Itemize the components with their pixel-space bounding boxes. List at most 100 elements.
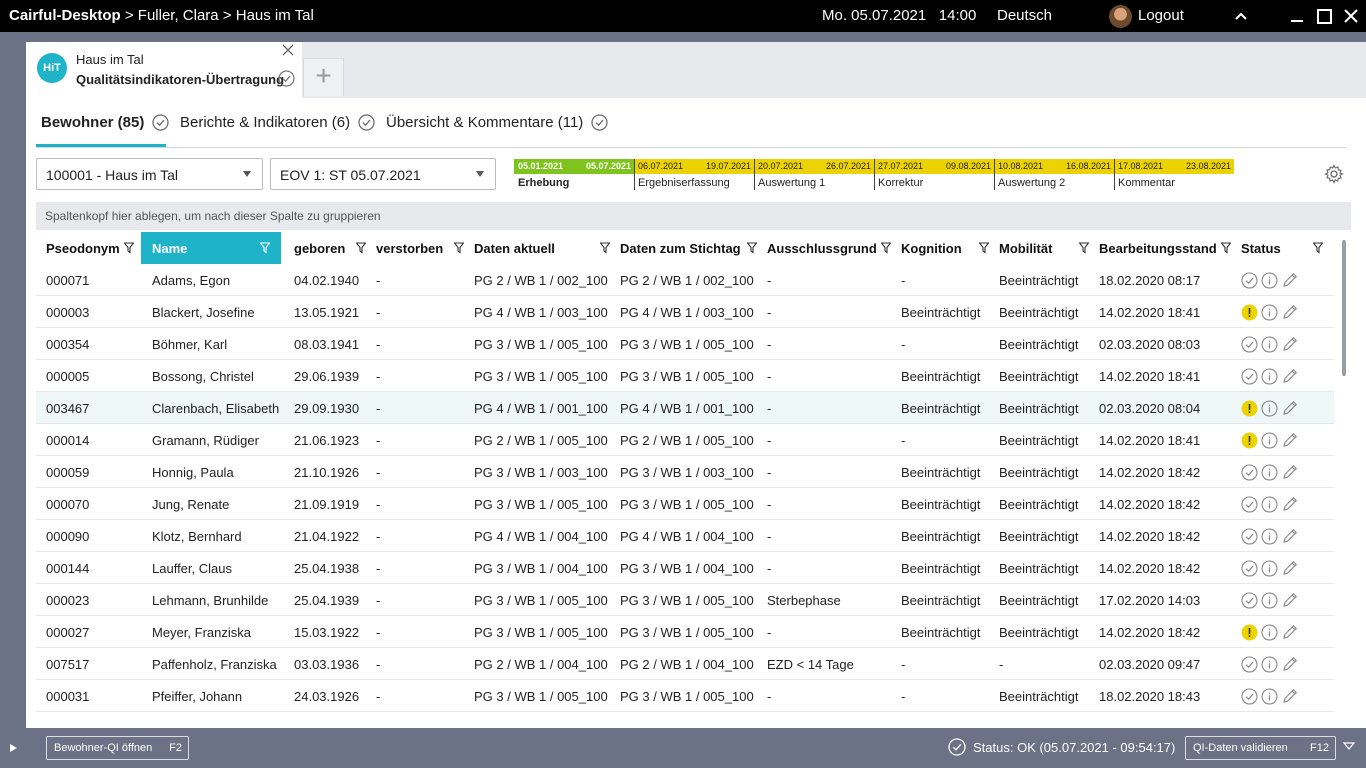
tab-label: Bewohner (85) xyxy=(41,114,145,131)
info-icon[interactable] xyxy=(1261,367,1278,385)
filter-icon[interactable] xyxy=(1220,242,1232,254)
cell-name: Paffenholz, Franziska xyxy=(152,657,277,672)
logout-button[interactable]: Logout xyxy=(1138,7,1184,24)
filter-icon[interactable] xyxy=(978,242,990,254)
table-row[interactable]: 000031 Pfeiffer, Johann 24.03.1926- PG 3 / … xyxy=(36,680,1334,712)
collapse-icon[interactable] xyxy=(1229,4,1253,28)
info-icon[interactable] xyxy=(1261,559,1278,577)
pencil-icon[interactable] xyxy=(1281,431,1299,449)
info-icon[interactable] xyxy=(1261,591,1278,609)
pencil-icon[interactable] xyxy=(1281,591,1299,609)
info-icon[interactable] xyxy=(1261,527,1278,545)
column-header[interactable]: verstorben xyxy=(376,232,472,264)
column-header[interactable]: Mobilität xyxy=(999,232,1097,264)
open-resident-qi-button[interactable]: Bewohner-QI öffnen F2 xyxy=(46,736,189,760)
pencil-icon[interactable] xyxy=(1281,655,1299,673)
cell-born: 03.03.1936 xyxy=(294,657,360,672)
column-header[interactable]: Name xyxy=(141,232,281,264)
filter-icon[interactable] xyxy=(259,242,271,254)
info-icon[interactable] xyxy=(1261,335,1278,353)
document-tab[interactable]: HiT Haus im Tal Qualitätsindikatoren-Übe… xyxy=(26,42,302,98)
column-header[interactable]: Bearbeitungsstand xyxy=(1099,232,1239,264)
table-row[interactable]: 000005 Bossong, Christel 29.06.1939- PG 3 /… xyxy=(36,360,1334,392)
filter-icon[interactable] xyxy=(355,242,367,254)
check-circle-icon xyxy=(1241,687,1258,705)
pencil-icon[interactable] xyxy=(1281,335,1299,353)
pencil-icon[interactable] xyxy=(1281,495,1299,513)
info-icon[interactable] xyxy=(1261,399,1278,417)
cell-born: 24.03.1926 xyxy=(294,689,360,704)
table-row[interactable]: 000354 Böhmer, Karl 08.03.1941- PG 3 / WB 1… xyxy=(36,328,1334,360)
column-header[interactable]: Daten zum Stichtag xyxy=(620,232,765,264)
grid-scrollbar[interactable] xyxy=(1342,240,1346,376)
filter-icon[interactable] xyxy=(599,242,611,254)
table-row[interactable]: 000071 Adams, Egon 04.02.1940- PG 2 / WB 1 … xyxy=(36,264,1334,296)
column-header[interactable]: geboren xyxy=(294,232,374,264)
info-icon[interactable] xyxy=(1261,271,1278,289)
tab-uebersicht[interactable]: Übersicht & Kommentare (11) xyxy=(386,114,608,131)
pencil-icon[interactable] xyxy=(1281,399,1299,417)
pencil-icon[interactable] xyxy=(1281,463,1299,481)
validate-qi-button[interactable]: QI-Daten validieren F12 xyxy=(1185,736,1336,760)
language-selector[interactable]: Deutsch xyxy=(997,7,1052,24)
pencil-icon[interactable] xyxy=(1281,559,1299,577)
facility-select[interactable]: 100001 - Haus im Tal xyxy=(36,158,263,190)
column-header[interactable]: Ausschlussgrund xyxy=(767,232,899,264)
minimize-icon[interactable] xyxy=(1285,4,1309,28)
filter-icon[interactable] xyxy=(123,242,135,254)
info-icon[interactable] xyxy=(1261,303,1278,321)
table-row[interactable]: 000090 Klotz, Bernhard 21.04.1922- PG 4 / W… xyxy=(36,520,1334,552)
table-row[interactable]: 000144 Lauffer, Claus 25.04.1938- PG 3 / WB… xyxy=(36,552,1334,584)
info-icon[interactable] xyxy=(1261,463,1278,481)
table-row[interactable]: 000027 Meyer, Franziska 15.03.1922- PG 3 / … xyxy=(36,616,1334,648)
filter-icon[interactable] xyxy=(1078,242,1090,254)
period-select[interactable]: EOV 1: ST 05.07.2021 xyxy=(270,158,496,190)
filter-icon[interactable] xyxy=(880,242,892,254)
pencil-icon[interactable] xyxy=(1281,303,1299,321)
info-icon[interactable] xyxy=(1261,495,1278,513)
table-row[interactable]: 000059 Honnig, Paula 21.10.1926- PG 3 / WB … xyxy=(36,456,1334,488)
column-header[interactable]: Kognition xyxy=(901,232,997,264)
table-row[interactable]: 000014 Gramann, Rüdiger 21.06.1923- PG 2 / … xyxy=(36,424,1334,456)
table-row[interactable]: 003467 Clarenbach, Elisabeth 29.09.1930- PG… xyxy=(36,392,1334,424)
maximize-icon[interactable] xyxy=(1312,4,1336,28)
info-icon[interactable] xyxy=(1261,687,1278,705)
pencil-icon[interactable] xyxy=(1281,527,1299,545)
pencil-icon[interactable] xyxy=(1281,367,1299,385)
cell-name: Adams, Egon xyxy=(152,273,231,288)
close-tab-icon[interactable] xyxy=(280,44,296,60)
column-header[interactable]: Daten aktuell xyxy=(474,232,618,264)
table-row[interactable]: 007517 Paffenholz, Franziska 03.03.1936 - PG… xyxy=(36,648,1334,680)
table-row[interactable]: 000023 Lehmann, Brunhilde 25.04.1939 - PG 3 … xyxy=(36,584,1334,616)
info-icon[interactable] xyxy=(1261,655,1278,673)
cell-cog: - xyxy=(901,689,906,704)
filter-icon[interactable] xyxy=(1312,242,1324,254)
filter-icon[interactable] xyxy=(453,242,465,254)
pencil-icon[interactable] xyxy=(1281,623,1299,641)
cell-born: 29.06.1939 xyxy=(294,369,360,384)
phase-timeline: 05.01.2021 05.07.2021 Erhebung 06.07.2021 19… xyxy=(514,159,1234,193)
app-title: Cairful-Desktop xyxy=(9,7,121,24)
info-icon[interactable] xyxy=(1261,623,1278,641)
pencil-icon[interactable] xyxy=(1281,687,1299,705)
column-header[interactable]: Status xyxy=(1241,232,1331,264)
breadcrumb-path: > Fuller, Clara > Haus im Tal xyxy=(120,7,314,24)
table-row[interactable]: 000003 Blackert, Josefine 13.05.1921- PG 4 … xyxy=(36,296,1334,328)
add-tab-button[interactable]: + xyxy=(303,58,344,96)
cell-current: PG 4 / WB 1 / 004_100 xyxy=(474,529,608,544)
close-window-icon[interactable] xyxy=(1339,4,1363,28)
filter-icon[interactable] xyxy=(746,242,758,254)
chevron-down-icon[interactable] xyxy=(1342,741,1356,754)
tab-bewohner[interactable]: Bewohner (85) xyxy=(41,114,169,131)
table-row[interactable]: 000070 Jung, Renate 21.09.1919- PG 3 / WB 1… xyxy=(36,488,1334,520)
pencil-icon[interactable] xyxy=(1281,271,1299,289)
cell-name: Blackert, Josefine xyxy=(152,305,255,320)
gear-icon[interactable] xyxy=(1324,164,1344,189)
cell-cog: - xyxy=(901,337,906,352)
column-header[interactable]: Pseodonym xyxy=(46,232,142,264)
footer-bar: Bewohner-QI öffnen F2 Status: OK (05.07.… xyxy=(0,728,1366,768)
info-icon[interactable] xyxy=(1261,431,1278,449)
expand-panel-icon[interactable] xyxy=(10,744,17,752)
group-drop-area[interactable]: Spaltenkopf hier ablegen, um nach dieser… xyxy=(36,202,1351,230)
tab-berichte[interactable]: Berichte & Indikatoren (6) xyxy=(180,114,375,131)
